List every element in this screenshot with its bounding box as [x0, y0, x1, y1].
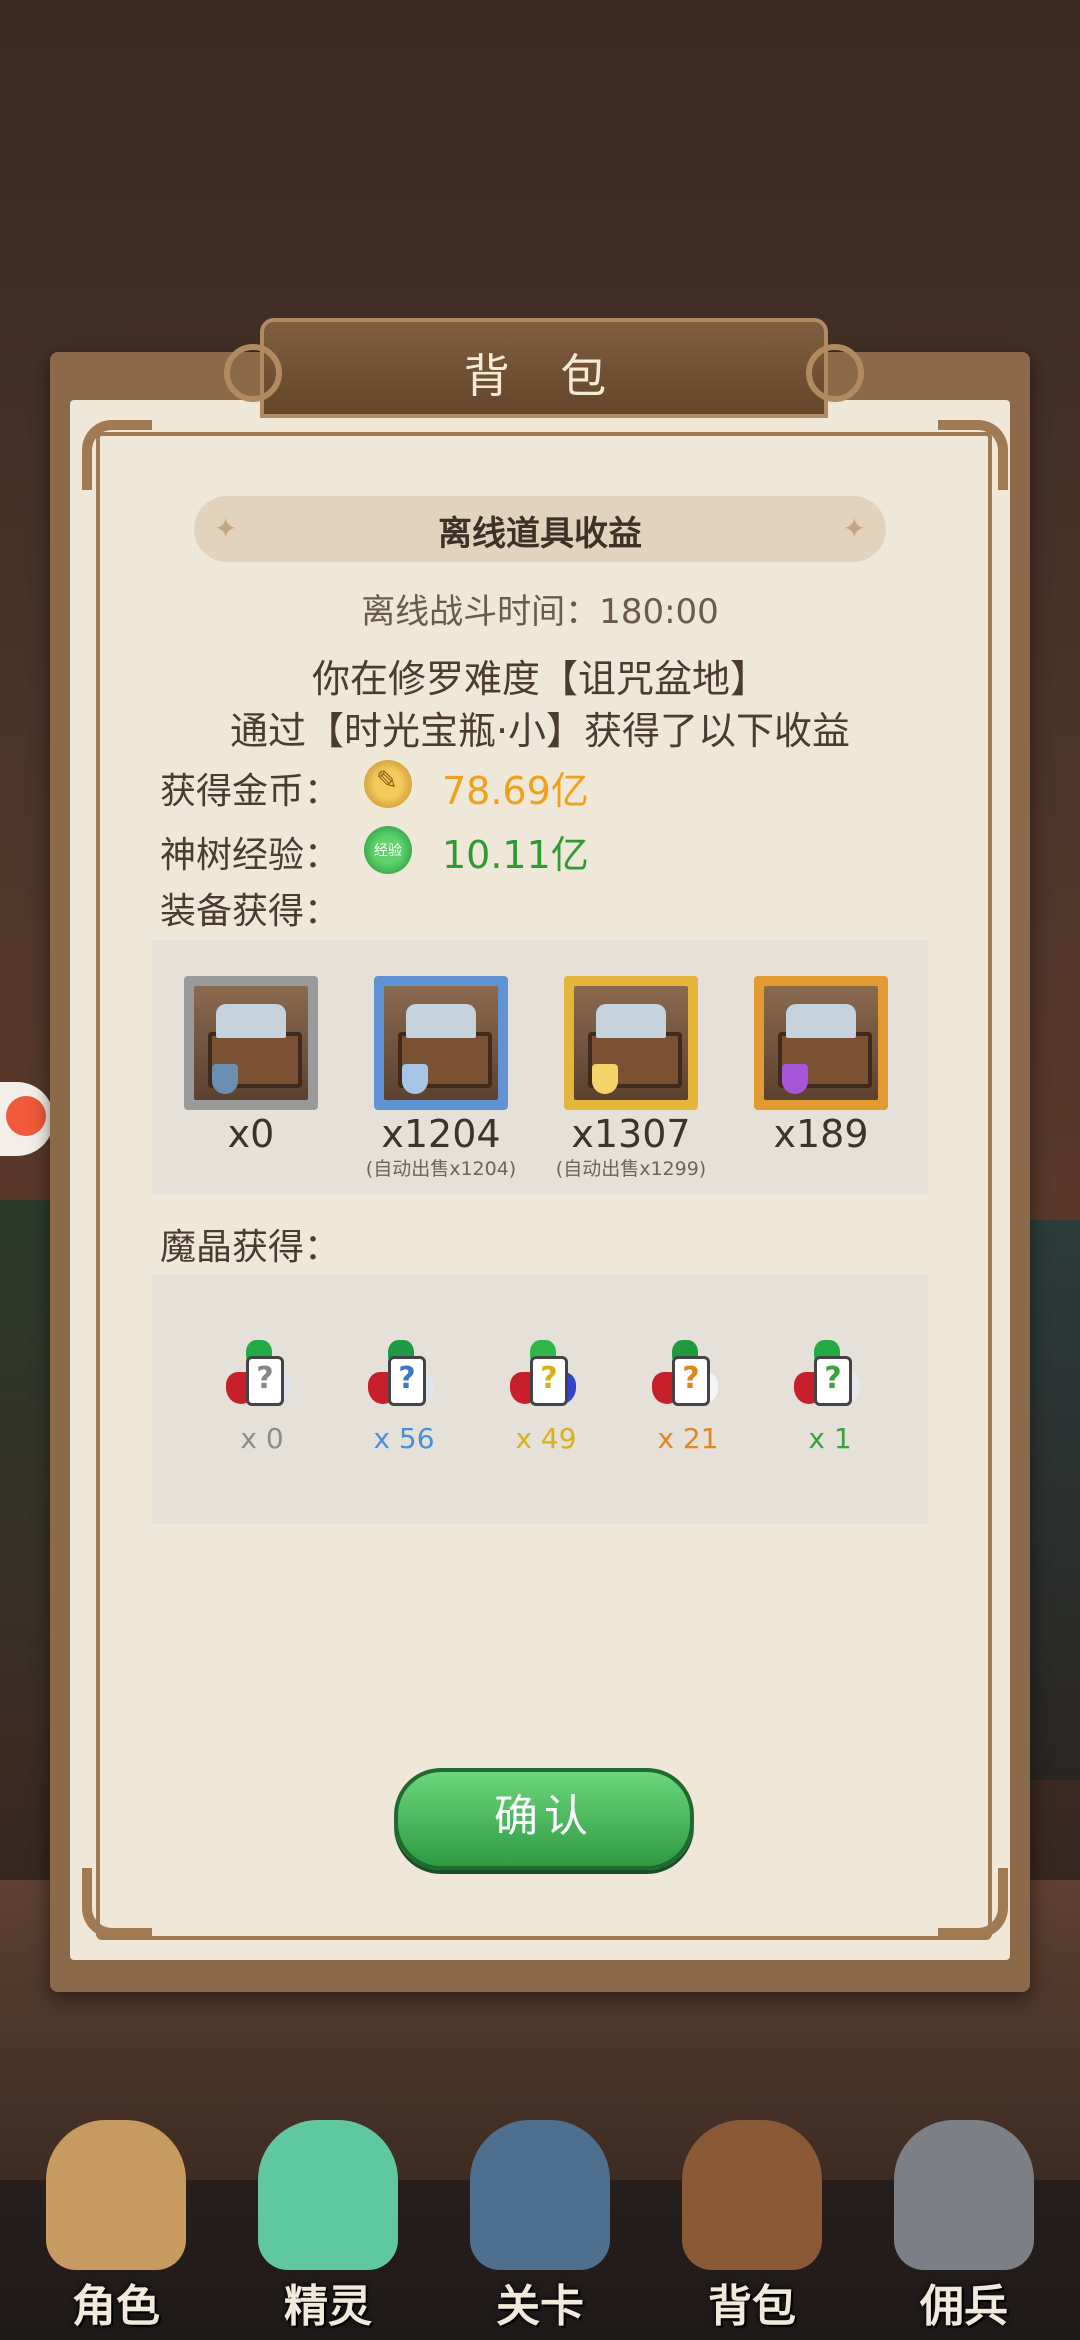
equipment-chest-icon[interactable]	[374, 976, 508, 1110]
equipment-chest-icon[interactable]	[184, 976, 318, 1110]
nav-label: 角色	[72, 2281, 160, 2332]
battle-time: 离线战斗时间：180:00	[361, 592, 719, 632]
equipment-count: x189	[773, 1112, 869, 1156]
crystal-icon[interactable]: ?	[506, 1336, 584, 1414]
question-mark-icon: ?	[246, 1356, 284, 1406]
equip-label: 装备获得：	[160, 891, 341, 932]
nav-icon	[258, 2120, 398, 2270]
corner-ornament-icon	[938, 1868, 1008, 1938]
chest-image	[574, 986, 688, 1100]
corner-ornament-icon	[938, 420, 1008, 490]
bird-icon	[6, 1096, 46, 1136]
chest-image	[194, 986, 308, 1100]
question-mark-icon: ?	[530, 1356, 568, 1406]
nav-item-2[interactable]: 精灵	[228, 2100, 428, 2340]
nav-item-5[interactable]: 佣兵	[864, 2100, 1064, 2340]
side-app-icon[interactable]	[0, 1082, 54, 1156]
exp-value: 10.11亿	[442, 833, 589, 877]
shield-icon	[782, 1064, 808, 1094]
heading-ribbon: ✦ ✦ 离线道具收益	[194, 496, 886, 562]
question-mark-icon: ?	[814, 1356, 852, 1406]
equipment-count: x1307	[571, 1112, 691, 1156]
auto-sell-note: (自动出售x1299)	[555, 1158, 707, 1180]
chest-image	[764, 986, 878, 1100]
gold-coin-icon	[364, 760, 412, 808]
nav-item-1[interactable]: 角色	[16, 2100, 216, 2340]
equipment-list: x0 x1204 (自动出售x1204) x1307 (自动出售x1299) x189	[152, 940, 928, 1194]
nav-icon	[682, 2120, 822, 2270]
exp-orb-icon: 经验	[364, 826, 412, 874]
question-mark-icon: ?	[672, 1356, 710, 1406]
nav-icon	[470, 2120, 610, 2270]
equipment-chest-icon[interactable]	[754, 976, 888, 1110]
crystal-icon[interactable]: ?	[364, 1336, 442, 1414]
confirm-label: 确认	[494, 1791, 594, 1842]
crystal-count: x 1	[808, 1422, 852, 1455]
question-mark-icon: ?	[388, 1356, 426, 1406]
crystal-count: x 49	[515, 1422, 577, 1455]
nav-label: 精灵	[284, 2281, 372, 2332]
equipment-count: x0	[227, 1112, 275, 1156]
nav-item-4[interactable]: 背包	[652, 2100, 852, 2340]
crystal-count: x 56	[373, 1422, 435, 1455]
gold-value: 78.69亿	[442, 769, 589, 813]
message-line-1: 你在修罗难度【诅咒盆地】	[311, 657, 768, 701]
gold-label: 获得金币：	[160, 771, 341, 812]
dialog-title: 背 包	[463, 349, 625, 403]
nav-label: 背包	[708, 2281, 796, 2332]
nav-icon	[894, 2120, 1034, 2270]
equipment-count: x1204	[381, 1112, 501, 1156]
corner-ornament-icon	[82, 420, 152, 490]
exp-label: 神树经验：	[160, 835, 341, 876]
shield-icon	[592, 1064, 618, 1094]
corner-ornament-icon	[82, 1868, 152, 1938]
crystal-icon[interactable]: ?	[648, 1336, 726, 1414]
crystal-list: ? x 0? x 56? x 49? x 21? x 1	[152, 1274, 928, 1524]
nav-label: 关卡	[496, 2281, 584, 2332]
shield-icon	[212, 1064, 238, 1094]
message-line-2: 通过【时光宝瓶·小】获得了以下收益	[229, 709, 851, 753]
chest-image	[384, 986, 498, 1100]
equipment-chest-icon[interactable]	[564, 976, 698, 1110]
crystal-count: x 21	[657, 1422, 719, 1455]
nav-icon	[46, 2120, 186, 2270]
nav-item-3[interactable]: 关卡	[440, 2100, 640, 2340]
heading-text: 离线道具收益	[438, 514, 642, 554]
confirm-button[interactable]: 确认	[394, 1768, 694, 1870]
nav-label: 佣兵	[920, 2281, 1008, 2332]
crystal-label: 魔晶获得：	[160, 1227, 341, 1268]
bottom-nav: 角色 精灵 关卡 背包 佣兵	[0, 2100, 1080, 2340]
crystal-icon[interactable]: ?	[222, 1336, 300, 1414]
crystal-icon[interactable]: ?	[790, 1336, 868, 1414]
auto-sell-note: (自动出售x1204)	[365, 1158, 517, 1180]
shield-icon	[402, 1064, 428, 1094]
crystal-count: x 0	[240, 1422, 284, 1455]
exp-icon-text: 经验	[374, 843, 402, 859]
title-tab: 背 包	[224, 318, 864, 418]
